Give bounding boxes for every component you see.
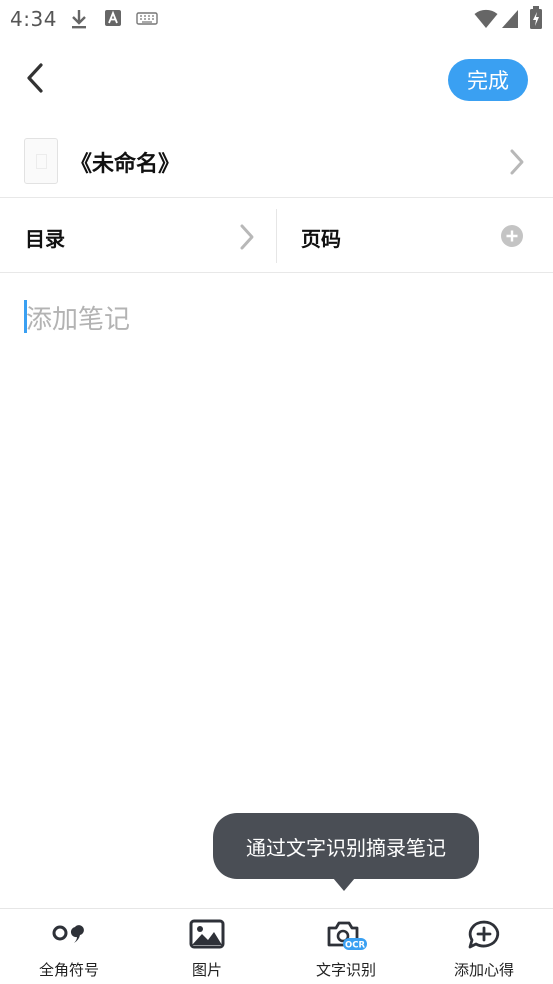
ocr-badge: OCR <box>345 941 365 951</box>
plus-circle-icon[interactable] <box>501 225 523 247</box>
tooltip-arrow <box>333 878 355 891</box>
note-placeholder: 添加笔记 <box>26 305 131 335</box>
toolbar-label: 文字识别 <box>315 961 376 979</box>
toolbar-label: 图片 <box>191 961 222 979</box>
download-icon <box>70 8 88 34</box>
page-label: 页码 <box>301 227 341 251</box>
ocr-camera-icon: OCR <box>325 919 367 955</box>
note-editor[interactable] <box>0 274 553 904</box>
wifi-icon <box>474 9 498 33</box>
add-thought-button[interactable]: 添加心得 <box>415 909 553 984</box>
status-time: 4:34 <box>10 7 57 31</box>
catalog-label: 目录 <box>25 227 65 251</box>
signal-icon <box>501 9 519 33</box>
ocr-button[interactable]: OCR 文字识别 <box>277 909 415 984</box>
book-selector[interactable]: 《未命名》 <box>0 128 553 198</box>
bottom-toolbar: 全角符号 图片 OCR 文字识别 添加心得 <box>0 908 553 984</box>
punctuation-button[interactable]: 全角符号 <box>0 909 138 984</box>
done-button[interactable]: 完成 <box>448 59 528 101</box>
back-button[interactable] <box>18 60 52 100</box>
chevron-right-icon <box>238 223 256 255</box>
a-badge-icon <box>104 8 122 32</box>
keyboard-icon <box>136 8 158 32</box>
book-cover <box>24 138 58 184</box>
add-comment-icon <box>466 919 502 955</box>
chevron-right-icon <box>508 148 526 180</box>
toolbar-label: 添加心得 <box>453 961 514 979</box>
toolbar-label: 全角符号 <box>38 961 99 979</box>
book-title: 《未命名》 <box>70 152 181 177</box>
ocr-tooltip: 通过文字识别摘录笔记 <box>213 813 479 879</box>
catalog-selector[interactable]: 目录 <box>0 199 276 273</box>
image-button[interactable]: 图片 <box>138 909 276 984</box>
meta-row: 目录 页码 <box>0 199 553 273</box>
status-bar: 4:34 <box>0 0 553 38</box>
chevron-left-icon <box>24 62 46 98</box>
image-icon <box>189 919 225 953</box>
punctuation-icon <box>49 919 89 951</box>
battery-icon <box>529 6 543 34</box>
page-number-field[interactable]: 页码 <box>277 199 553 273</box>
